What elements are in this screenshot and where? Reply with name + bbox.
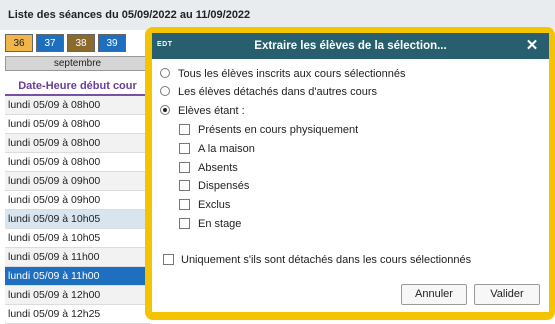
month-label: septembre xyxy=(5,56,150,71)
close-icon[interactable]: ✕ xyxy=(523,36,541,56)
checkbox-label: En stage xyxy=(198,218,242,230)
column-header-date[interactable]: Date-Heure début cour xyxy=(5,76,150,96)
list-item[interactable]: lundi 05/09 à 12h25 xyxy=(5,305,150,324)
session-list: lundi 05/09 à 08h00 lundi 05/09 à 08h00 … xyxy=(5,96,150,324)
checkbox-label: Dispensés xyxy=(198,180,250,192)
radio-button[interactable] xyxy=(160,86,170,96)
radio-button[interactable] xyxy=(160,68,170,78)
week-37[interactable]: 37 xyxy=(36,34,64,52)
list-item[interactable]: lundi 05/09 à 10h05 xyxy=(5,229,150,248)
dialog-title: Extraire les élèves de la sélection... xyxy=(254,40,447,52)
list-item[interactable]: lundi 05/09 à 11h00 xyxy=(5,248,150,267)
week-selector: 36 37 38 39 xyxy=(5,34,129,52)
week-36[interactable]: 36 xyxy=(5,34,33,52)
radio-label: Tous les élèves inscrits aux cours sélec… xyxy=(178,68,406,80)
radio-button-checked[interactable] xyxy=(160,105,170,115)
list-item[interactable]: lundi 05/09 à 08h00 xyxy=(5,96,150,115)
cancel-button[interactable]: Annuler xyxy=(401,284,467,305)
checkbox[interactable] xyxy=(179,218,190,229)
checkbox-label: Uniquement s'ils sont détachés dans les … xyxy=(181,254,472,266)
radio-label: Elèves étant : xyxy=(178,105,245,117)
list-item[interactable]: lundi 05/09 à 12h00 xyxy=(5,286,150,305)
radio-label: Les élèves détachés dans d'autres cours xyxy=(178,86,377,98)
checkbox-label: A la maison xyxy=(198,143,255,155)
checkbox[interactable] xyxy=(179,143,190,154)
checkbox[interactable] xyxy=(179,180,190,191)
list-item[interactable]: lundi 05/09 à 09h00 xyxy=(5,191,150,210)
list-item[interactable]: lundi 05/09 à 08h00 xyxy=(5,153,150,172)
dialog-header: EDT Extraire les élèves de la sélection.… xyxy=(152,33,549,59)
checkbox[interactable] xyxy=(179,162,190,173)
week-38[interactable]: 38 xyxy=(67,34,95,52)
list-item[interactable]: lundi 05/09 à 10h05 xyxy=(5,210,150,229)
extract-students-dialog: EDT Extraire les élèves de la sélection.… xyxy=(152,33,549,312)
checkbox-label: Exclus xyxy=(198,199,231,211)
checkbox-label: Présents en cours physiquement xyxy=(198,124,359,136)
list-item[interactable]: lundi 05/09 à 09h00 xyxy=(5,172,150,191)
list-item[interactable]: lundi 05/09 à 08h00 xyxy=(5,115,150,134)
validate-button[interactable]: Valider xyxy=(474,284,540,305)
week-39[interactable]: 39 xyxy=(98,34,126,52)
list-item[interactable]: lundi 05/09 à 08h00 xyxy=(5,134,150,153)
list-item-selected[interactable]: lundi 05/09 à 11h00 xyxy=(5,267,150,286)
checkbox[interactable] xyxy=(163,254,174,265)
checkbox[interactable] xyxy=(179,124,190,135)
checkbox[interactable] xyxy=(179,199,190,210)
list-title: Liste des séances du 05/09/2022 au 11/09… xyxy=(0,0,555,30)
checkbox-label: Absents xyxy=(198,162,238,174)
